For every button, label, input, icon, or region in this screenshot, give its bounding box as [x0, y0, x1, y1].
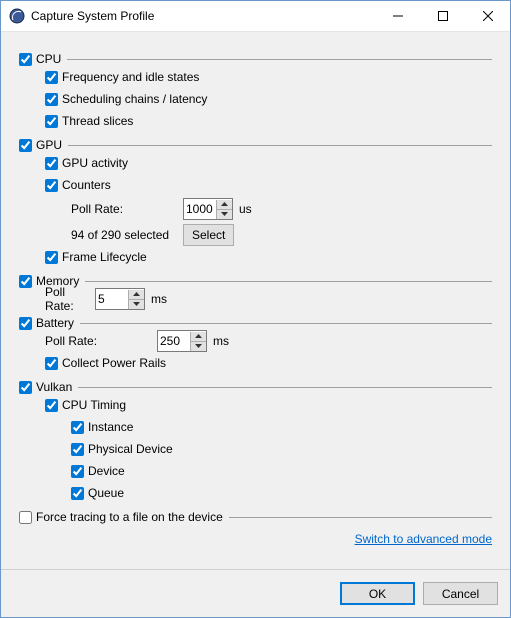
gpu-poll-spinner[interactable] — [183, 198, 233, 220]
gpu-activity-checkbox[interactable]: GPU activity — [45, 152, 492, 174]
cpu-thread-checkbox[interactable]: Thread slices — [45, 110, 492, 132]
gpu-frame-checkbox[interactable]: Frame Lifecycle — [45, 246, 492, 268]
spinner-up-icon[interactable] — [129, 290, 144, 299]
gpu-poll-unit: us — [239, 202, 252, 216]
spinner-down-icon[interactable] — [217, 209, 232, 219]
cpu-checkbox[interactable]: CPU — [19, 52, 61, 66]
gpu-label: GPU — [36, 138, 62, 152]
battery-poll-unit: ms — [213, 334, 229, 348]
battery-poll-input[interactable] — [158, 332, 190, 350]
maximize-button[interactable] — [420, 1, 465, 31]
close-button[interactable] — [465, 1, 510, 31]
vulkan-section: Vulkan CPU Timing Instance Physical Devi… — [19, 380, 492, 504]
battery-poll-spinner[interactable] — [157, 330, 207, 352]
app-icon — [9, 8, 25, 24]
cpu-freq-checkbox[interactable]: Frequency and idle states — [45, 66, 492, 88]
cancel-button[interactable]: Cancel — [423, 582, 498, 605]
select-counters-button[interactable]: Select — [183, 224, 234, 246]
gpu-selected-text: 94 of 290 selected — [71, 228, 183, 242]
battery-checkbox[interactable]: Battery — [19, 316, 74, 330]
window-title: Capture System Profile — [31, 9, 154, 23]
dialog-footer: OK Cancel — [1, 569, 510, 617]
force-section: Force tracing to a file on the device — [19, 510, 492, 524]
dialog-content: CPU Frequency and idle states Scheduling… — [1, 32, 510, 569]
vulkan-physical-checkbox[interactable]: Physical Device — [71, 438, 492, 460]
gpu-poll-label: Poll Rate: — [71, 202, 183, 216]
battery-label: Battery — [36, 316, 74, 330]
memory-poll-unit: ms — [151, 292, 167, 306]
titlebar: Capture System Profile — [1, 1, 510, 32]
vulkan-checkbox[interactable]: Vulkan — [19, 380, 72, 394]
minimize-button[interactable] — [375, 1, 420, 31]
cpu-section: CPU Frequency and idle states Scheduling… — [19, 52, 492, 132]
gpu-poll-input[interactable] — [184, 200, 216, 218]
gpu-counters-checkbox[interactable]: Counters — [45, 174, 492, 196]
memory-poll-spinner[interactable] — [95, 288, 145, 310]
memory-poll-input[interactable] — [96, 290, 128, 308]
memory-poll-label: Poll Rate: — [45, 285, 95, 313]
battery-poll-label: Poll Rate: — [45, 334, 157, 348]
ok-button[interactable]: OK — [340, 582, 415, 605]
gpu-section: GPU GPU activity Counters Poll Rate: — [19, 138, 492, 268]
cpu-sched-checkbox[interactable]: Scheduling chains / latency — [45, 88, 492, 110]
spinner-down-icon[interactable] — [129, 299, 144, 309]
gpu-checkbox[interactable]: GPU — [19, 138, 62, 152]
spinner-up-icon[interactable] — [191, 332, 206, 341]
dialog-window: Capture System Profile CPU Frequency and… — [0, 0, 511, 618]
force-tracing-checkbox[interactable]: Force tracing to a file on the device — [19, 510, 223, 524]
advanced-mode-link[interactable]: Switch to advanced mode — [355, 532, 492, 546]
vulkan-queue-checkbox[interactable]: Queue — [71, 482, 492, 504]
force-tracing-label: Force tracing to a file on the device — [36, 510, 223, 524]
battery-rails-checkbox[interactable]: Collect Power Rails — [45, 352, 492, 374]
cpu-label: CPU — [36, 52, 61, 66]
vulkan-instance-checkbox[interactable]: Instance — [71, 416, 492, 438]
vulkan-label: Vulkan — [36, 380, 72, 394]
memory-section: Memory Poll Rate: ms — [19, 274, 492, 310]
battery-section: Battery Poll Rate: ms Collect P — [19, 316, 492, 374]
spinner-down-icon[interactable] — [191, 341, 206, 351]
vulkan-cpu-timing-checkbox[interactable]: CPU Timing — [45, 394, 492, 416]
vulkan-device-checkbox[interactable]: Device — [71, 460, 492, 482]
spinner-up-icon[interactable] — [217, 200, 232, 209]
